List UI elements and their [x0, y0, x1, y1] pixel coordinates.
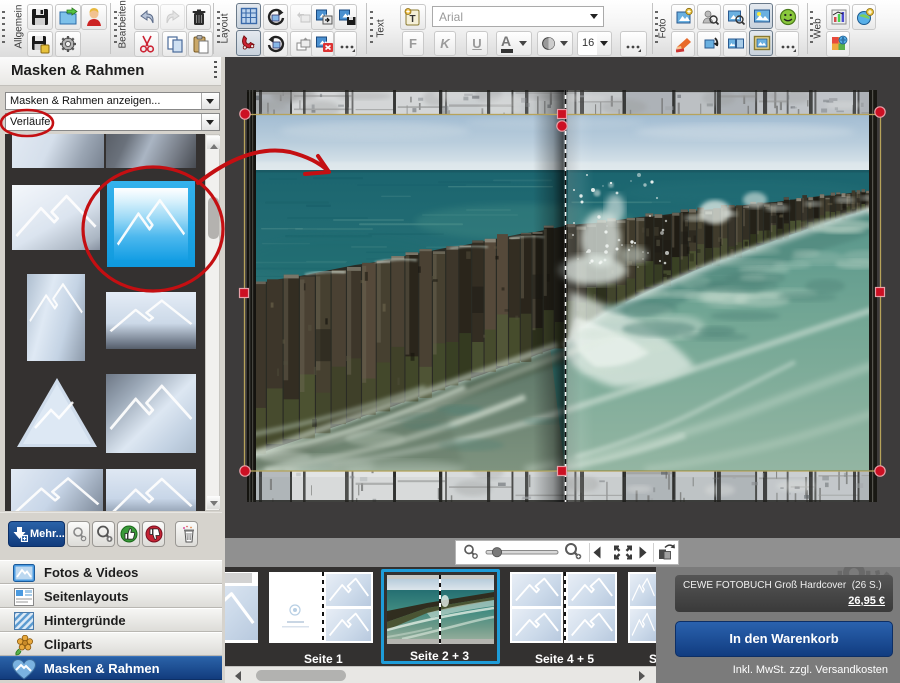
- svg-text:T: T: [409, 14, 415, 25]
